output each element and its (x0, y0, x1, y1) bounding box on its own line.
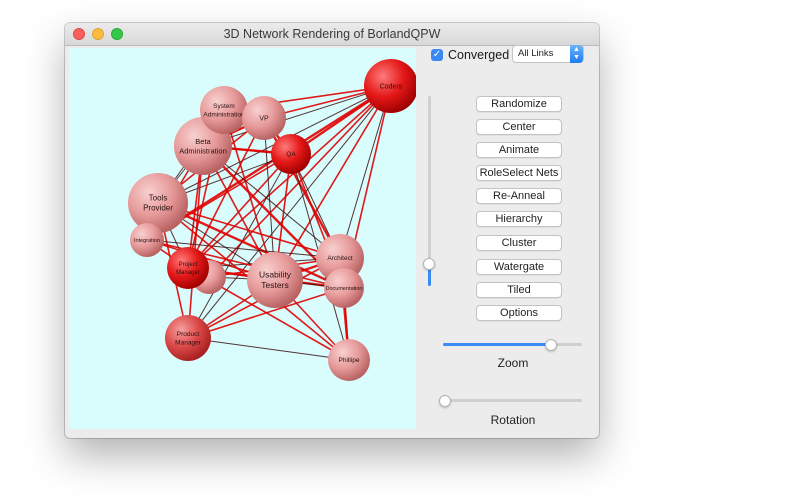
network-canvas[interactable]: Tools Provider Integration Beta Administrati… (69, 48, 416, 429)
app-window: 3D Network Rendering of BorlandQPW Tools… (65, 23, 599, 438)
node-label: Project (179, 262, 198, 268)
node-coders[interactable]: Coders (364, 59, 416, 113)
chevron-updown-icon: ▲ ▼ (570, 45, 583, 63)
watergate-button[interactable]: Watergate (476, 259, 562, 275)
node-vp[interactable]: VP (242, 96, 286, 140)
node-tools[interactable]: ToolsProvider (128, 173, 188, 233)
node-label: QA (286, 151, 296, 158)
checkmark-icon: ✓ (431, 49, 443, 61)
rotation-slider-knob[interactable] (439, 395, 451, 407)
node-label: Coders (380, 83, 403, 90)
rotation-slider-track[interactable] (443, 399, 582, 402)
converged-checkbox[interactable]: ✓ Converged (431, 47, 509, 63)
network-nodes: ToolsProviderIntegrationBetaAdministrati… (128, 59, 416, 381)
node-label: Integration (134, 238, 160, 244)
rotation-label: Rotation (490, 413, 536, 427)
node-label: Documentation (326, 286, 363, 292)
node-label: Manager (176, 270, 200, 276)
randomize-button[interactable]: Randomize (476, 96, 562, 112)
node-pm[interactable]: Project Manager (167, 247, 209, 289)
center-button[interactable]: Center (476, 119, 562, 135)
node-label: Usability (259, 270, 292, 280)
node-integration[interactable]: Integration (130, 223, 164, 257)
title-bar[interactable]: 3D Network Rendering of BorlandQPW (65, 23, 599, 46)
options-button[interactable]: Options (476, 305, 562, 321)
links-select-value: All Links (518, 48, 554, 59)
node-label: Product (177, 331, 200, 338)
node-label: Administration (179, 146, 227, 155)
node-label: Testers (261, 280, 288, 290)
links-select[interactable]: All Links ▲ ▼ (512, 45, 584, 63)
node-prodmgr[interactable]: ProductManager (165, 315, 211, 361)
node-label: System (213, 103, 235, 110)
node-label: Tools (149, 194, 168, 203)
node-qa[interactable]: QA (271, 134, 311, 174)
re-anneal-button[interactable]: Re-Anneal (476, 188, 562, 204)
network-graph[interactable]: ToolsProviderIntegrationBetaAdministrati… (69, 48, 416, 429)
node-usability[interactable]: UsabilityTesters (247, 252, 303, 308)
network-link (187, 337, 350, 361)
node-phillipe[interactable]: Phillipe (328, 339, 370, 381)
window-title: 3D Network Rendering of BorlandQPW (223, 27, 441, 41)
node-docs[interactable]: Documentation (324, 268, 364, 308)
node-label: Manager (175, 339, 201, 346)
animate-button[interactable]: Animate (476, 142, 562, 158)
vertical-slider-knob[interactable] (423, 258, 435, 270)
node-label: Provider (143, 204, 173, 213)
tiled-button[interactable]: Tiled (476, 282, 562, 298)
node-sphere[interactable] (165, 315, 211, 361)
hierarchy-button[interactable]: Hierarchy (476, 211, 562, 227)
node-label: Phillipe (339, 357, 360, 364)
cluster-button[interactable]: Cluster (476, 235, 562, 251)
node-label: VP (259, 115, 269, 122)
node-label: Administration (203, 111, 245, 118)
zoom-slider-fill (443, 343, 552, 346)
node-sysadmin[interactable]: SystemAdministration (200, 86, 248, 134)
node-sphere[interactable] (167, 247, 209, 289)
node-label: Architect (327, 255, 352, 262)
converged-label: Converged (448, 48, 510, 62)
node-label: Beta (195, 137, 211, 146)
zoom-label: Zoom (497, 356, 529, 370)
node-sphere[interactable] (200, 86, 248, 134)
roleselect-nets-button[interactable]: RoleSelect Nets (476, 165, 562, 181)
zoom-slider-knob[interactable] (545, 339, 558, 351)
